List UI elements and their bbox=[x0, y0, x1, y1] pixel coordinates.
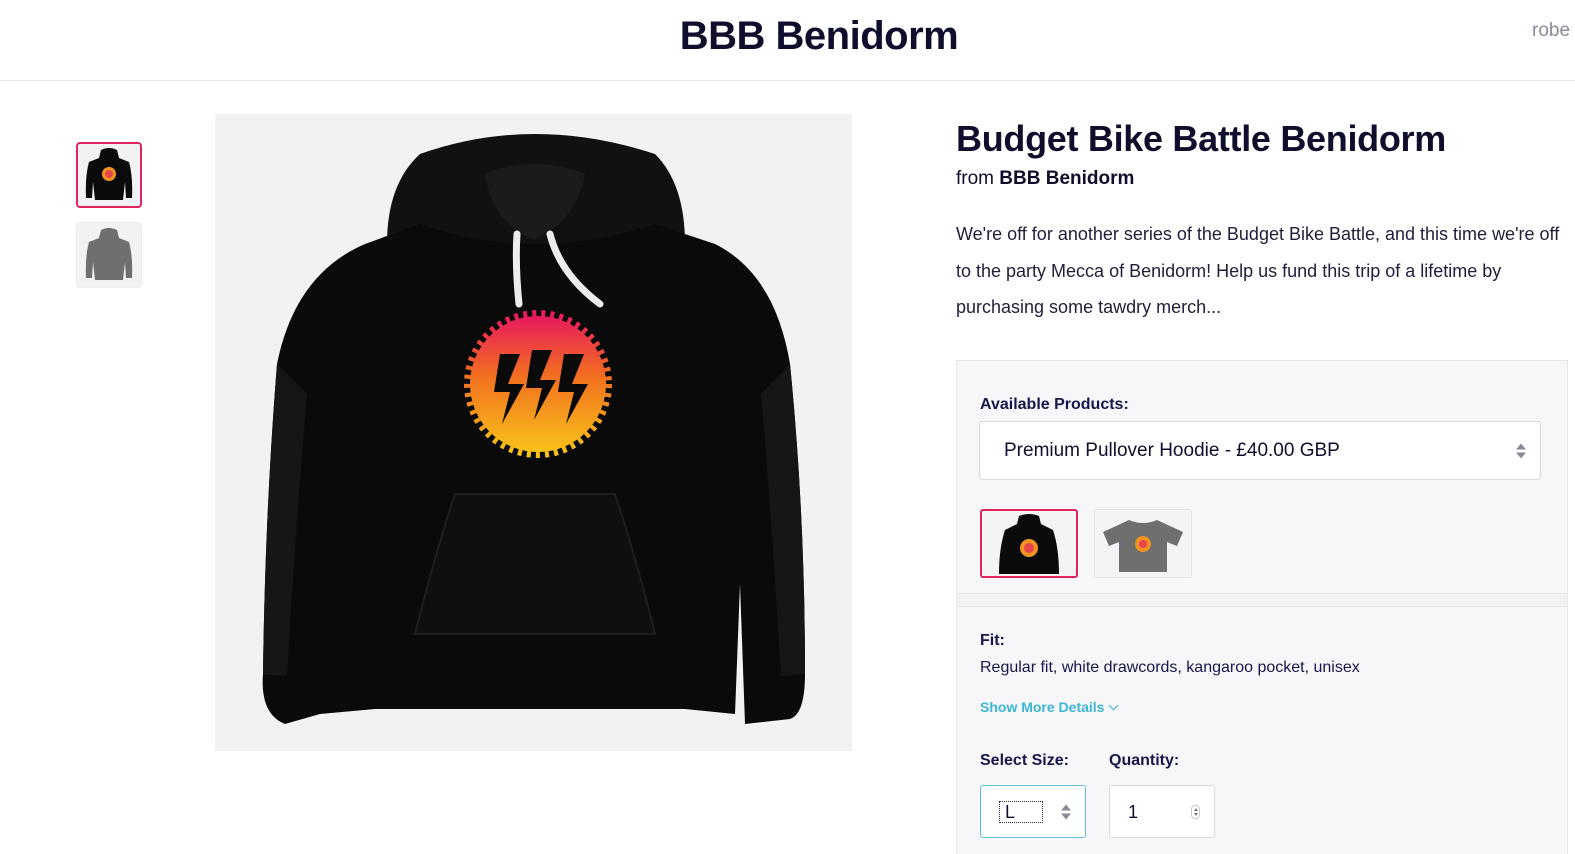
byline-store-link[interactable]: BBB Benidorm bbox=[999, 168, 1134, 189]
size-label: Select Size: bbox=[980, 752, 1069, 769]
grey-hoodie-thumbnail-image bbox=[85, 228, 133, 280]
size-select-arrows-icon bbox=[1061, 804, 1071, 819]
store-name[interactable]: BBB Benidorm bbox=[0, 14, 1575, 59]
select-arrows-icon bbox=[1516, 443, 1526, 458]
tshirt-tile-icon bbox=[1103, 519, 1183, 572]
show-more-details-link[interactable]: Show More Details bbox=[980, 699, 1119, 715]
fit-label: Fit: bbox=[980, 632, 1005, 649]
quantity-input[interactable]: 1 bbox=[1109, 785, 1215, 838]
thumbnail-black-hoodie[interactable] bbox=[76, 142, 142, 208]
product-description: We're off for another series of the Budg… bbox=[956, 224, 1560, 317]
fit-description: Regular fit, white drawcords, kangaroo p… bbox=[980, 659, 1360, 676]
thumbnail-grey-hoodie-back[interactable] bbox=[76, 222, 142, 288]
available-products-label: Available Products: bbox=[980, 396, 1129, 413]
quantity-label: Quantity: bbox=[1109, 752, 1180, 769]
options-panel: Available Products: Premium Pullover Hoo… bbox=[956, 360, 1568, 854]
panel-divider bbox=[957, 593, 1567, 607]
hoodie-tile-icon bbox=[999, 513, 1059, 574]
product-tile-hoodie[interactable] bbox=[980, 509, 1078, 578]
quantity-stepper-icon[interactable] bbox=[1191, 804, 1200, 819]
product-tile-tshirt[interactable] bbox=[1094, 509, 1192, 578]
show-more-details-label: Show More Details bbox=[980, 699, 1105, 715]
user-link[interactable]: robe bbox=[1532, 20, 1570, 42]
byline-prefix: from bbox=[956, 168, 994, 189]
chevron-down-icon bbox=[1109, 700, 1119, 710]
size-select-value: L bbox=[999, 801, 1043, 823]
product-details: Budget Bike Battle Benidorm from BBB Ben… bbox=[956, 118, 1568, 326]
product-select[interactable]: Premium Pullover Hoodie - £40.00 GBP bbox=[979, 421, 1541, 480]
black-hoodie-thumbnail-image bbox=[85, 148, 133, 200]
quantity-value: 1 bbox=[1128, 802, 1139, 822]
product-main-image bbox=[215, 114, 852, 751]
byline: from BBB Benidorm bbox=[956, 168, 1568, 190]
hoodie-illustration bbox=[262, 134, 805, 724]
product-title: Budget Bike Battle Benidorm bbox=[956, 118, 1446, 159]
product-select-value: Premium Pullover Hoodie - £40.00 GBP bbox=[1004, 440, 1340, 461]
thumbnail-list bbox=[76, 142, 142, 302]
top-bar: BBB Benidorm robe bbox=[0, 0, 1575, 81]
size-select[interactable]: L bbox=[980, 785, 1086, 838]
